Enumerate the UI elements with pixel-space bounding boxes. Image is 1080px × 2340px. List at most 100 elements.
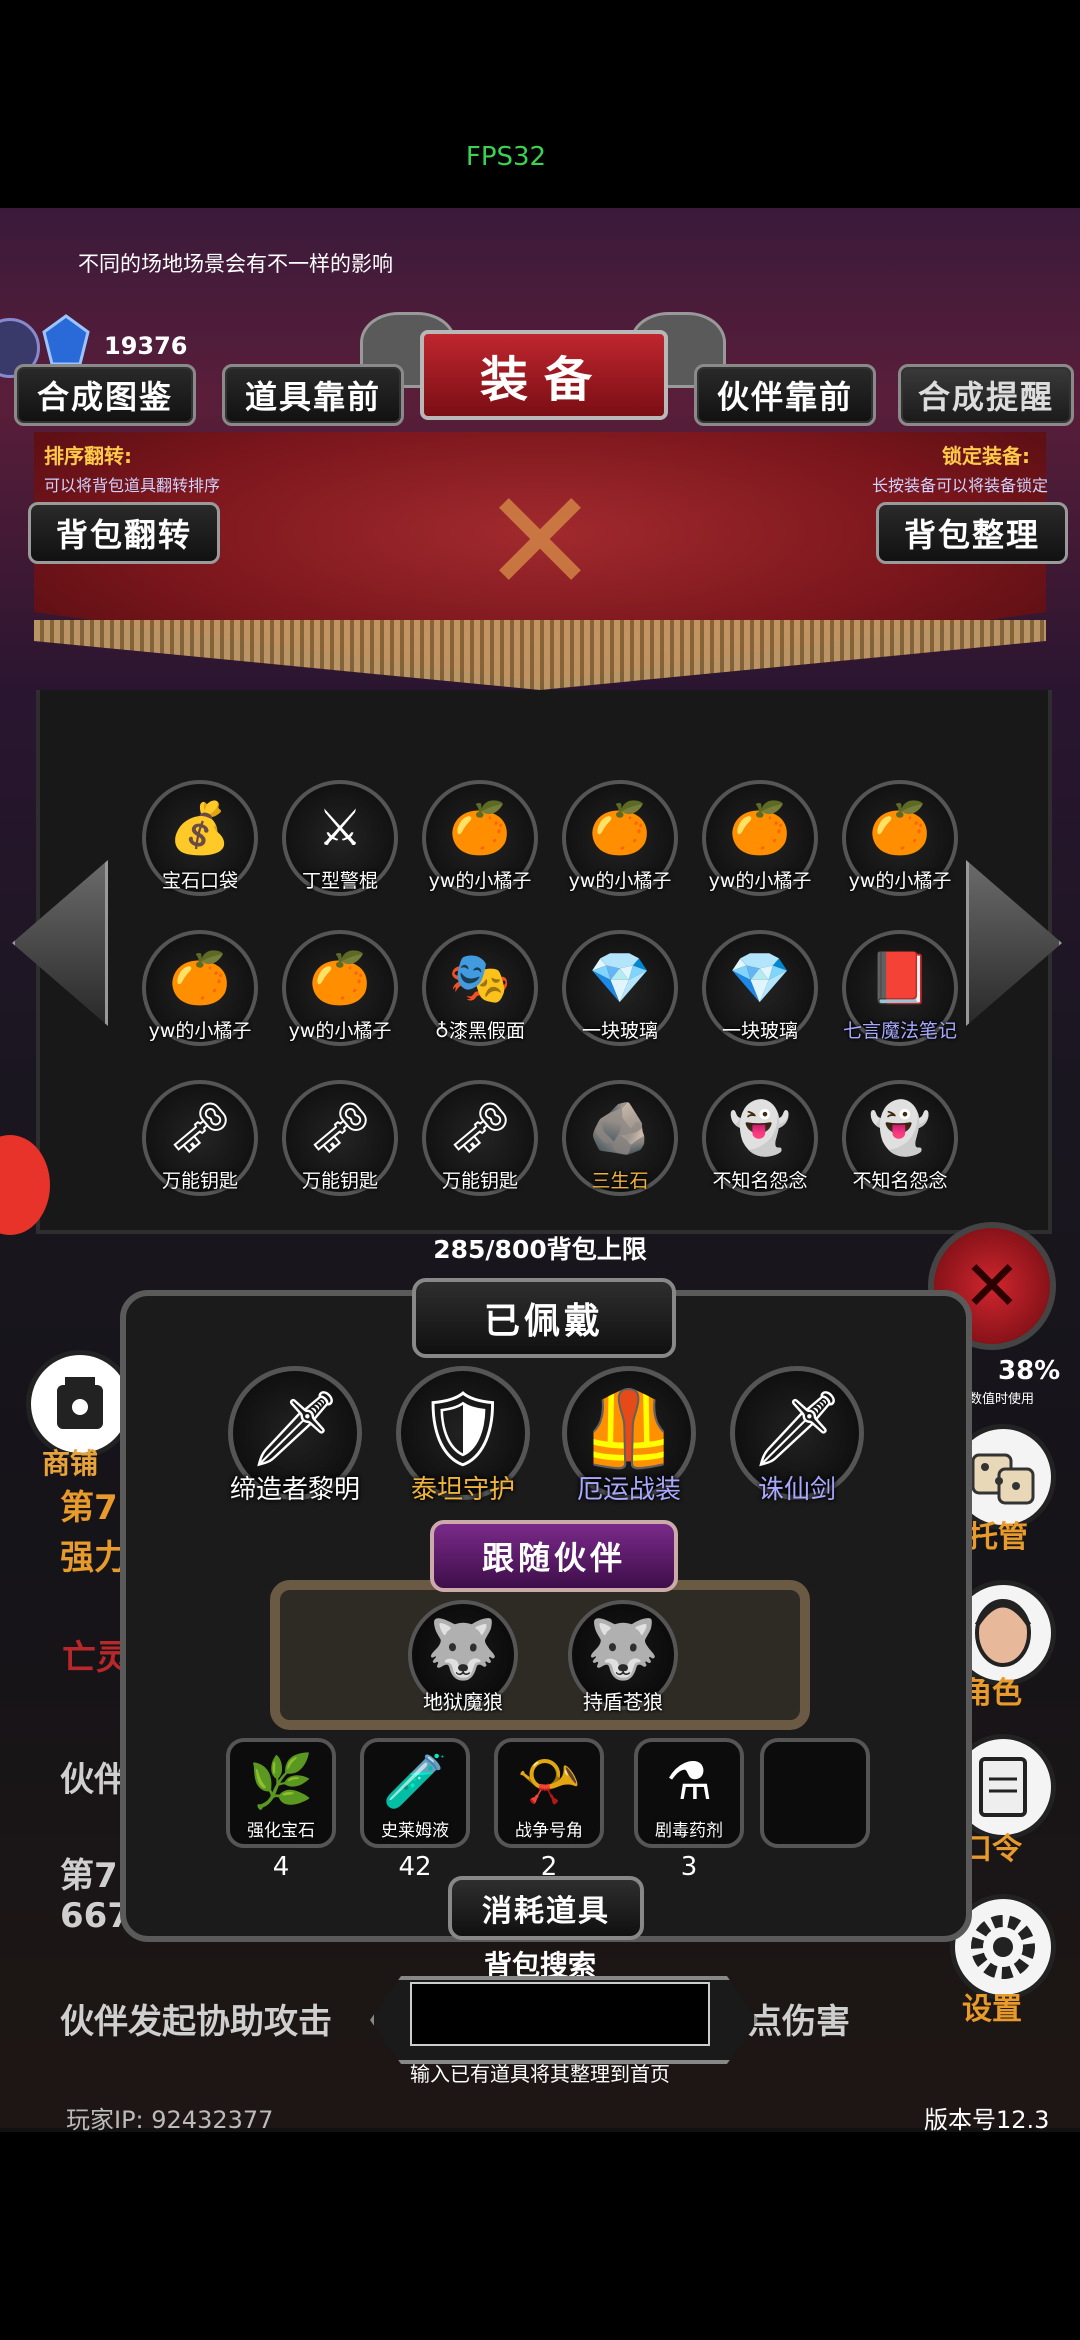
item-icon: 🍊 bbox=[448, 799, 512, 857]
gem-icon bbox=[40, 314, 92, 366]
inventory-slot[interactable]: 🍊 yw的小橘子 bbox=[702, 780, 818, 896]
scene-hint: 不同的场地场景会有不一样的影响 bbox=[78, 252, 393, 276]
item-label: yw的小橘子 bbox=[568, 870, 672, 892]
inventory-slot[interactable]: 🗝 万能钥匙 bbox=[142, 1080, 258, 1196]
item-label: 不知名怨念 bbox=[852, 1170, 948, 1192]
equipment-icon: 🛡 bbox=[416, 1386, 510, 1472]
bg-line-1: 第7 bbox=[60, 1488, 118, 1528]
item-label: yw的小橘子 bbox=[288, 1020, 392, 1042]
item-icon: 🪨 bbox=[588, 1099, 652, 1157]
inventory-slot[interactable]: 👻 不知名怨念 bbox=[702, 1080, 818, 1196]
items-first-button[interactable]: 道具靠前 bbox=[222, 364, 404, 426]
consumable-label: 战争号角 bbox=[515, 1821, 583, 1841]
equipment-icon: 🗡 bbox=[750, 1386, 844, 1472]
item-label: 丁型警棍 bbox=[301, 870, 378, 892]
consumable-icon: 🌿 bbox=[248, 1752, 314, 1812]
inventory-slot[interactable]: 🪨 三生石 bbox=[562, 1080, 678, 1196]
consumable-count: 3 bbox=[680, 1852, 698, 1882]
consumable-label: 剧毒药剂 bbox=[655, 1821, 723, 1841]
inventory-slot[interactable]: 🗝 万能钥匙 bbox=[422, 1080, 538, 1196]
item-icon: 📕 bbox=[868, 949, 932, 1007]
item-label: ♁漆黑假面 bbox=[435, 1020, 525, 1042]
inventory-slot[interactable]: 🗝 万能钥匙 bbox=[282, 1080, 398, 1196]
consumable-slot[interactable]: 🌿 强化宝石 bbox=[226, 1738, 336, 1848]
inventory-slot[interactable]: 🍊 yw的小橘子 bbox=[842, 780, 958, 896]
fps-counter: FPS32 bbox=[465, 142, 547, 172]
item-icon: 🎭 bbox=[448, 949, 512, 1007]
inventory-slot[interactable]: 💎 一块玻璃 bbox=[562, 930, 678, 1046]
consumable-slot[interactable]: 🧪 史莱姆液 bbox=[360, 1738, 470, 1848]
bag-search-input[interactable] bbox=[410, 1982, 710, 2046]
inventory-slot[interactable]: 🍊 yw的小橘子 bbox=[422, 780, 538, 896]
item-icon: 🍊 bbox=[588, 799, 652, 857]
inventory-slot[interactable]: 🍊 yw的小橘子 bbox=[282, 930, 398, 1046]
sort-title: 排序翻转: bbox=[44, 444, 132, 468]
bag-sort-button[interactable]: 背包整理 bbox=[876, 502, 1068, 564]
consumable-slot[interactable]: 📯 战争号角 bbox=[494, 1738, 604, 1848]
item-icon: 🍊 bbox=[168, 949, 232, 1007]
inventory-slot[interactable]: 💰 宝石口袋 bbox=[142, 780, 258, 896]
bag-flip-button[interactable]: 背包翻转 bbox=[28, 502, 220, 564]
bg-line-7b: 点伤害 bbox=[748, 2002, 850, 2042]
partners-first-button[interactable]: 伙伴靠前 bbox=[694, 364, 876, 426]
equipped-slot[interactable]: 🦺 厄运战装 bbox=[562, 1366, 696, 1505]
item-icon: 🗝 bbox=[308, 1099, 372, 1157]
inventory-slot[interactable]: 🍊 yw的小橘子 bbox=[142, 930, 258, 1046]
inventory-slot[interactable]: 👻 不知名怨念 bbox=[842, 1080, 958, 1196]
item-icon: 🗝 bbox=[168, 1099, 232, 1157]
item-label: 万能钥匙 bbox=[161, 1170, 238, 1192]
equipment-label: 诛仙剑 bbox=[757, 1475, 836, 1505]
equipment-icon: 🦺 bbox=[582, 1386, 676, 1472]
inventory-slot[interactable]: 📕 七言魔法笔记 bbox=[842, 930, 958, 1046]
lock-title: 锁定装备: bbox=[942, 444, 1030, 468]
equipment-label: 泰坦守护 bbox=[410, 1475, 515, 1505]
partner-label: 地狱魔狼 bbox=[423, 1690, 503, 1714]
synthesis-reminder-button[interactable]: 合成提醒 bbox=[898, 364, 1074, 426]
lock-desc: 长按装备可以将装备锁定 bbox=[872, 476, 1049, 495]
item-icon: 💎 bbox=[728, 949, 792, 1007]
item-icon: 🍊 bbox=[868, 799, 932, 857]
shop-label: 商铺 bbox=[42, 1447, 99, 1480]
item-icon: 👻 bbox=[868, 1099, 932, 1157]
equipment-icon: 🗡 bbox=[248, 1386, 342, 1472]
inventory-slot[interactable]: 💎 一块玻璃 bbox=[702, 930, 818, 1046]
recipe-book-button[interactable]: 合成图鉴 bbox=[14, 364, 196, 426]
equipment-label: 厄运战装 bbox=[576, 1475, 681, 1505]
item-label: 一块玻璃 bbox=[581, 1020, 658, 1042]
bg-line-2: 强力 bbox=[60, 1538, 128, 1578]
inventory-slot[interactable]: 🍊 yw的小橘子 bbox=[562, 780, 678, 896]
item-icon: 👻 bbox=[728, 1099, 792, 1157]
settings-label: 设置 bbox=[962, 1992, 1022, 2027]
empty-consumable-slot[interactable] bbox=[760, 1738, 870, 1848]
item-icon: 💎 bbox=[588, 949, 652, 1007]
right-percent: 38% bbox=[998, 1356, 1061, 1386]
partner-icon: 🐺 bbox=[426, 1615, 500, 1683]
sort-desc: 可以将背包道具翻转排序 bbox=[44, 476, 221, 495]
bg-line-4: 伙伴 bbox=[60, 1760, 128, 1800]
bag-capacity: 285/800背包上限 bbox=[433, 1235, 647, 1264]
partner-slot[interactable]: 🐺 地狱魔狼 bbox=[408, 1600, 518, 1714]
equipped-slot[interactable]: 🛡 泰坦守护 bbox=[396, 1366, 530, 1505]
item-label: yw的小橘子 bbox=[148, 1020, 252, 1042]
item-icon: 🗝 bbox=[448, 1099, 512, 1157]
partner-slot[interactable]: 🐺 持盾苍狼 bbox=[568, 1600, 678, 1714]
equipment-label: 缔造者黎明 bbox=[229, 1475, 360, 1505]
item-label: yw的小橘子 bbox=[708, 870, 812, 892]
gem-count: 19376 bbox=[104, 332, 188, 360]
item-label: yw的小橘子 bbox=[428, 870, 532, 892]
equipped-slot[interactable]: 🗡 缔造者黎明 bbox=[228, 1366, 362, 1505]
consumable-count: 4 bbox=[272, 1852, 290, 1882]
equipped-slot[interactable]: 🗡 诛仙剑 bbox=[730, 1366, 864, 1505]
item-label: 三生石 bbox=[591, 1170, 649, 1192]
item-label: 万能钥匙 bbox=[301, 1170, 378, 1192]
consumable-icon: ⚗ bbox=[665, 1752, 713, 1812]
inventory-slot[interactable]: ⚔ 丁型警棍 bbox=[282, 780, 398, 896]
item-label: 七言魔法笔记 bbox=[842, 1020, 957, 1042]
consumable-slot[interactable]: ⚗ 剧毒药剂 bbox=[634, 1738, 744, 1848]
search-tip: 输入已有道具将其整理到首页 bbox=[410, 2062, 670, 2086]
player-ip: 玩家IP: 92432377 bbox=[66, 2106, 274, 2134]
item-label: yw的小橘子 bbox=[848, 870, 952, 892]
bg-line-5: 第7 bbox=[60, 1856, 118, 1896]
follow-partners-title: 跟随伙伴 bbox=[430, 1520, 678, 1592]
inventory-slot[interactable]: 🎭 ♁漆黑假面 bbox=[422, 930, 538, 1046]
